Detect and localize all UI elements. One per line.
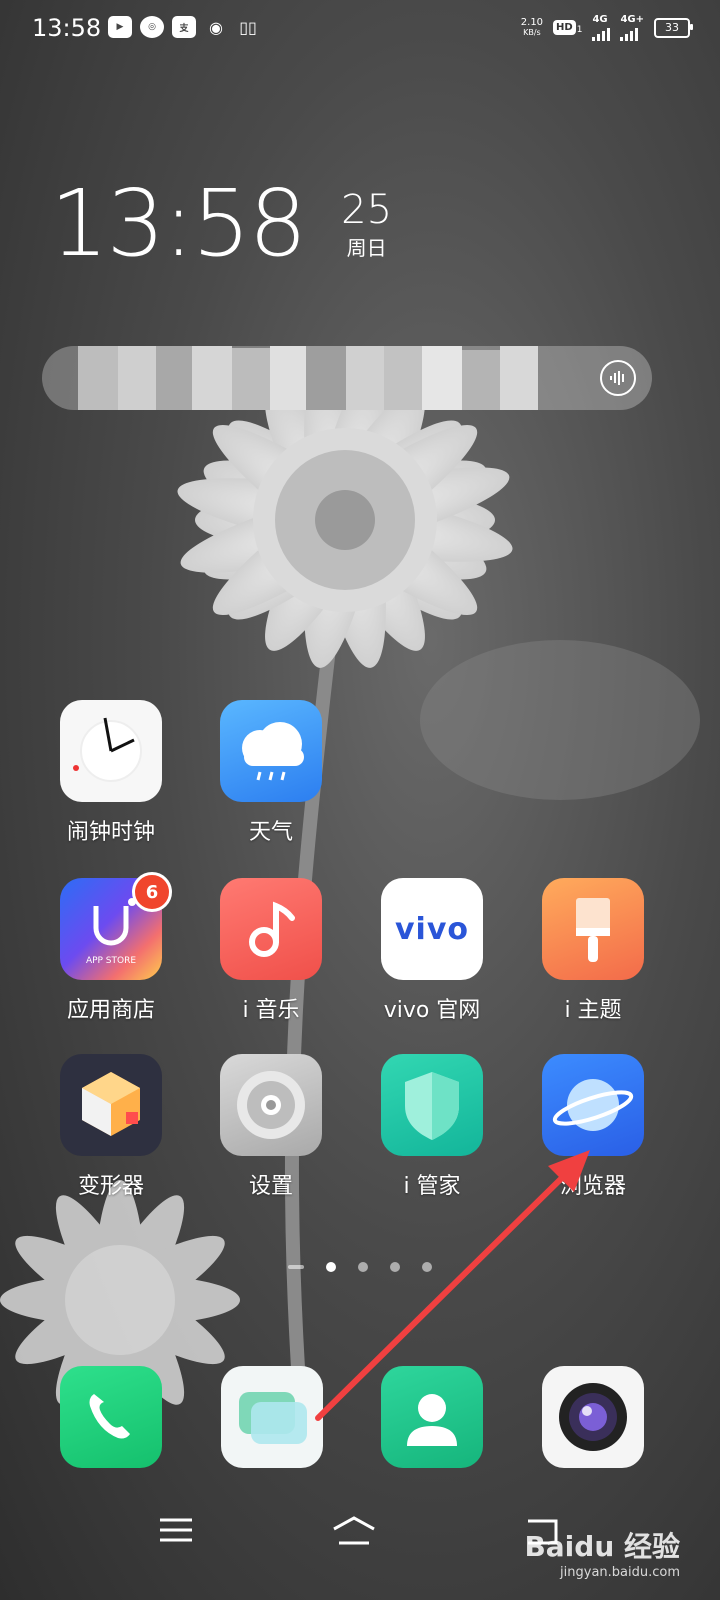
watermark-sub: jingyan.baidu.com xyxy=(560,1565,680,1580)
baidu-watermark: Baidu 经验 jingyan.baidu.com xyxy=(524,1525,680,1580)
annotation-arrow xyxy=(315,1150,590,1421)
watermark-main: Baidu 经验 xyxy=(524,1530,680,1563)
